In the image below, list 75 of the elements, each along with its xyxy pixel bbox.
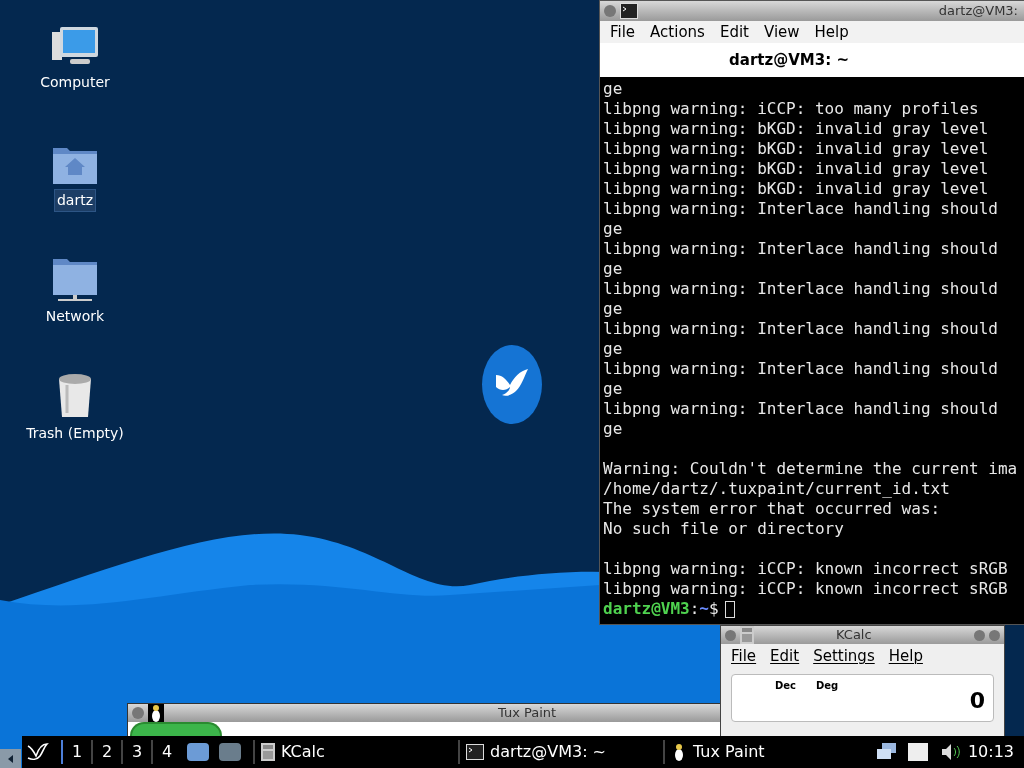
base-indicator: Dec [775, 679, 796, 693]
desktop-switch[interactable]: 4 [151, 740, 181, 764]
menu-item[interactable]: View [763, 20, 800, 44]
menu-item[interactable]: Help [888, 644, 923, 668]
window-menu-icon[interactable] [132, 707, 144, 719]
terminal-icon [466, 744, 484, 760]
terminal-line: libpng warning: Interlace handling should [603, 359, 999, 379]
terminal-line: libpng warning: iCCP: known incorrect sRGB [603, 559, 1009, 579]
window-menu-icon[interactable] [725, 629, 736, 641]
desktop-icon-label[interactable]: Computer [38, 72, 112, 93]
taskbar-task[interactable]: dartz@VM3: ~ [458, 740, 663, 764]
drive-icon[interactable] [907, 743, 928, 761]
prompt-separator: : [689, 599, 700, 619]
text-cursor [724, 600, 735, 618]
volume-icon[interactable] [939, 742, 962, 762]
window-title: Tux Paint [498, 704, 557, 723]
menu-item[interactable]: Edit [770, 644, 800, 668]
terminal-line: libpng warning: iCCP: too many profiles [603, 99, 980, 119]
menu-item[interactable]: File [610, 20, 636, 44]
tool-button[interactable] [130, 722, 222, 736]
menu-item[interactable]: Help [814, 20, 849, 44]
window-menu-icon[interactable] [604, 5, 616, 17]
terminal-line: ge [603, 339, 624, 359]
terminal-line: libpng warning: bKGD: invalid gray level [603, 119, 990, 139]
terminal-line: ge [603, 419, 624, 439]
terminal-line: libpng warning: Interlace handling should [603, 239, 999, 259]
close-icon[interactable] [989, 629, 1000, 641]
calculator-icon [740, 626, 754, 644]
menu-item[interactable]: File [731, 644, 757, 668]
terminal-line: libpng warning: Interlace handling should [603, 319, 999, 339]
terminal-line: /home/dartz/.tuxpaint/current_id.txt [603, 479, 951, 499]
menu-item[interactable]: Settings [813, 644, 875, 668]
terminal-line: libpng warning: bKGD: invalid gray level [603, 159, 990, 179]
taskbar-task[interactable]: KCalc [253, 740, 458, 764]
desktop-switch[interactable]: 2 [91, 740, 121, 764]
taskbar-task[interactable]: Tux Paint [663, 740, 868, 764]
terminal-line: libpng warning: Interlace handling should [603, 279, 999, 299]
display-value: 0 [969, 686, 985, 715]
terminal-icon [620, 3, 638, 19]
desktop-switch[interactable]: 3 [121, 740, 151, 764]
network-folder-icon [52, 256, 98, 302]
desktop-icon-label[interactable]: Trash (Empty) [24, 423, 126, 444]
terminal-line: Warning: Couldn't determine the current ima [603, 459, 1019, 479]
clock: 10:13 [967, 741, 1014, 763]
window-title: KCalc [836, 626, 872, 645]
menu-item[interactable]: Edit [719, 20, 749, 44]
network-icon[interactable] [875, 742, 898, 762]
terminal-line: ge [603, 79, 624, 99]
prompt-path: ~ [699, 599, 709, 619]
menu-item[interactable]: Actions [650, 20, 705, 44]
home-folder-icon [52, 145, 98, 185]
prompt-user-host: dartz@VM3 [603, 599, 690, 619]
minimize-icon[interactable] [974, 629, 985, 641]
terminal-line: No such file or directory [603, 519, 845, 539]
terminal-line: The system error that occurred was: [603, 499, 942, 519]
terminal-line: libpng warning: bKGD: invalid gray level [603, 179, 990, 199]
terminal-line: libpng warning: iCCP: known incorrect sRGB [603, 579, 1009, 599]
terminal-line: ge [603, 219, 624, 239]
trash-icon [57, 373, 93, 419]
bird-logo-icon [482, 345, 542, 424]
scroll-left-icon[interactable] [0, 749, 21, 768]
window-title: dartz@VM3: [938, 2, 1018, 21]
terminal-line: libpng warning: Interlace handling should [603, 199, 999, 219]
terminal-line: ge [603, 379, 624, 399]
tab-title[interactable]: dartz@VM3: ~ [729, 48, 849, 72]
prompt-symbol: $ [709, 599, 719, 619]
desktop-icon-label[interactable]: Network [43, 306, 107, 327]
terminal-line: libpng warning: Interlace handling should [603, 399, 999, 419]
terminal-line: ge [603, 259, 624, 279]
angle-indicator: Deg [816, 679, 839, 693]
desktop-icon-label[interactable]: dartz [53, 189, 97, 212]
desktop-switch[interactable]: 1 [61, 740, 91, 764]
terminal-line: libpng warning: bKGD: invalid gray level [603, 139, 990, 159]
calculator-icon [261, 743, 275, 761]
terminal-line: ge [603, 299, 624, 319]
